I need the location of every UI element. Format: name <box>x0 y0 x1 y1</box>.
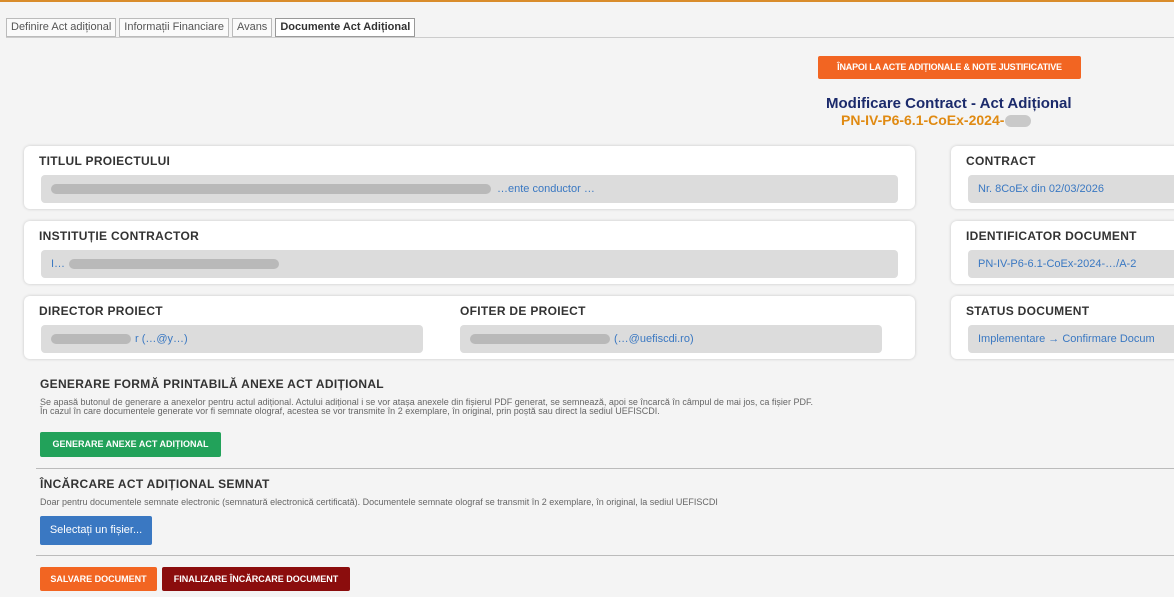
contract-label: CONTRACT <box>966 154 1036 168</box>
upload-description: Doar pentru documentele semnate electron… <box>40 497 718 507</box>
project-code: PN-IV-P6-6.1-CoEx-2024- <box>841 112 1032 128</box>
status-label: STATUS DOCUMENT <box>966 304 1090 318</box>
select-file-button[interactable]: Selectați un fișier... <box>40 516 152 545</box>
project-title-field: …ente conductor … <box>41 175 898 203</box>
officer-label: OFITER DE PROIECT <box>460 304 586 318</box>
section-divider <box>36 555 1174 556</box>
redacted-mark <box>51 334 131 345</box>
status-card: STATUS DOCUMENT Implementare → Confirmar… <box>951 296 1174 359</box>
redacted-mark <box>69 259 280 270</box>
generate-section-title: GENERARE FORMĂ PRINTABILĂ ANEXE ACT ADIȚ… <box>40 377 384 391</box>
institution-card: INSTITUȚIE CONTRACTOR I… <box>24 221 915 284</box>
save-document-button[interactable]: SALVARE DOCUMENT <box>40 567 157 591</box>
director-value: r (…@y…) <box>135 333 188 345</box>
project-title-card: TITLUL PROIECTULUI …ente conductor … <box>24 146 915 209</box>
generate-description-2: În cazul în care documentele generate vo… <box>40 406 660 416</box>
institution-value: I… <box>51 258 66 270</box>
institution-label: INSTITUȚIE CONTRACTOR <box>39 229 200 243</box>
director-field: r (…@y…) <box>41 325 423 353</box>
upload-section-title: ÎNCĂRCARE ACT ADIȚIONAL SEMNAT <box>40 477 270 491</box>
project-code-text: PN-IV-P6-6.1-CoEx-2024- <box>841 112 1005 128</box>
project-title-label: TITLUL PROIECTULUI <box>39 154 171 168</box>
director-label: DIRECTOR PROIECT <box>39 304 163 318</box>
tab-informatii-financiare[interactable]: Informații Financiare <box>119 18 229 37</box>
redacted-mark <box>1005 115 1032 128</box>
finalize-upload-button[interactable]: FINALIZARE ÎNCĂRCARE DOCUMENT <box>162 567 350 591</box>
identifier-field: PN-IV-P6-6.1-CoEx-2024-…/A-2 <box>968 250 1174 278</box>
redacted-mark <box>51 184 491 195</box>
contract-field: Nr. 8CoEx din 02/03/2026 <box>968 175 1174 203</box>
status-field: Implementare → Confirmare Docum <box>968 325 1174 353</box>
institution-field: I… <box>41 250 898 278</box>
identifier-card: IDENTIFICATOR DOCUMENT PN-IV-P6-6.1-CoEx… <box>951 221 1174 284</box>
tab-definire-act[interactable]: Definire Act adițional <box>6 18 117 37</box>
contract-card: CONTRACT Nr. 8CoEx din 02/03/2026 <box>951 146 1174 209</box>
redacted-mark <box>470 334 610 345</box>
tab-avans[interactable]: Avans <box>231 18 273 37</box>
director-officer-card: DIRECTOR PROIECT r (…@y…) OFITER DE PROI… <box>24 296 915 359</box>
page-title: Modificare Contract - Act Adițional <box>826 95 1072 112</box>
generate-annexes-button[interactable]: GENERARE ANEXE ACT ADIȚIONAL <box>40 432 221 457</box>
section-divider <box>36 468 1174 469</box>
tab-bar: Definire Act adițional Informații Financ… <box>6 18 416 37</box>
top-accent-line <box>0 0 1174 2</box>
officer-field: (…@uefiscdi.ro) <box>460 325 882 353</box>
identifier-label: IDENTIFICATOR DOCUMENT <box>966 229 1137 243</box>
project-title-value: …ente conductor … <box>497 183 595 195</box>
tab-documente-act[interactable]: Documente Act Adițional <box>275 18 416 37</box>
tab-divider <box>6 37 1174 38</box>
back-to-acts-button[interactable]: ÎNAPOI LA ACTE ADIȚIONALE & NOTE JUSTIFI… <box>818 56 1081 79</box>
officer-value: (…@uefiscdi.ro) <box>614 333 694 345</box>
